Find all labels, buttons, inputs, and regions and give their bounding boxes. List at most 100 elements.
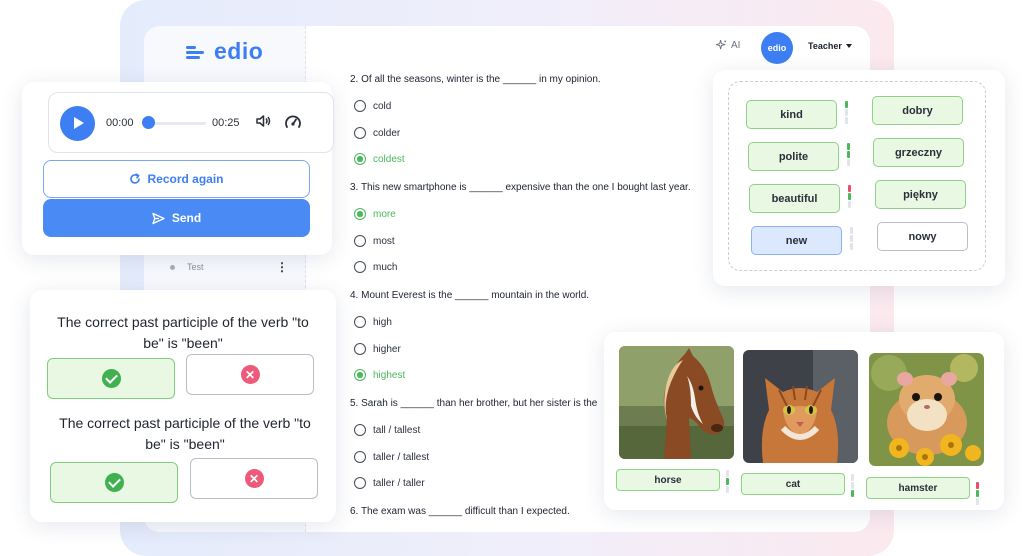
- send-icon: [152, 212, 165, 224]
- radio-button[interactable]: [354, 127, 366, 139]
- statement-1: The correct past participle of the verb …: [57, 314, 309, 351]
- true-button-2[interactable]: [50, 462, 178, 503]
- audio-recorder-card: 00:00 00:25 Record again Send: [22, 82, 334, 255]
- option-taller-taller[interactable]: taller / taller: [354, 477, 425, 489]
- option-cold[interactable]: cold: [354, 100, 391, 112]
- sidebar-item-test[interactable]: Test ⋮: [170, 260, 288, 274]
- check-icon: [104, 473, 124, 492]
- ai-button[interactable]: AI: [716, 40, 740, 51]
- option-label: more: [373, 208, 396, 220]
- match-indicator: [726, 470, 729, 493]
- match-right-grzeczny[interactable]: grzeczny: [873, 138, 964, 167]
- false-button-1[interactable]: ✕: [186, 354, 314, 395]
- duration: 00:25: [212, 117, 240, 129]
- word-matching-card: kind dobry polite grzeczny beautiful pię…: [713, 70, 1005, 286]
- match-left-new[interactable]: new: [751, 226, 842, 255]
- refresh-icon: [130, 173, 141, 184]
- radio-button[interactable]: [354, 316, 366, 328]
- match-right-nowy[interactable]: nowy: [877, 222, 968, 251]
- statement-2: The correct past participle of the verb …: [59, 415, 311, 452]
- radio-button[interactable]: [354, 424, 366, 436]
- progress-handle[interactable]: [142, 116, 155, 129]
- option-more[interactable]: more: [349, 204, 409, 224]
- current-time: 00:00: [106, 117, 134, 129]
- option-label: much: [373, 261, 398, 273]
- question-4: 4. Mount Everest is the ______ mountain …: [350, 290, 590, 301]
- match-left-kind[interactable]: kind: [746, 100, 837, 129]
- cat-photo: [743, 350, 858, 463]
- chevron-down-icon: [845, 44, 852, 48]
- false-button-2[interactable]: ✕: [190, 458, 318, 499]
- label-horse[interactable]: horse: [616, 469, 720, 491]
- image-matching-card: horse cat hamster: [604, 332, 1004, 510]
- horse-photo: [619, 346, 734, 459]
- option-highest[interactable]: highest: [349, 365, 409, 385]
- record-again-button[interactable]: Record again: [43, 160, 310, 198]
- question-2: 2. Of all the seasons, winter is the ___…: [350, 74, 601, 85]
- question-6: 6. The exam was ______ difficult than I …: [350, 506, 570, 517]
- option-taller-tallest[interactable]: taller / tallest: [354, 451, 429, 463]
- true-button-1[interactable]: [47, 358, 175, 399]
- match-indicator: [976, 482, 979, 505]
- stage: edio Test ⋮ AI edio Teacher 2. Of all th…: [0, 0, 1024, 556]
- radio-button[interactable]: [354, 261, 366, 273]
- check-icon: [101, 369, 121, 388]
- option-label: colder: [373, 127, 401, 139]
- radio-button[interactable]: [354, 477, 366, 489]
- match-indicator: [848, 185, 851, 208]
- audio-player: 00:00 00:25: [48, 92, 334, 153]
- role-label: Teacher: [808, 41, 842, 51]
- question-5: 5. Sarah is ______ than her brother, but…: [350, 398, 598, 409]
- play-icon[interactable]: [60, 106, 95, 141]
- option-higher[interactable]: higher: [354, 343, 401, 355]
- avatar[interactable]: edio: [761, 32, 793, 64]
- option-tall-tallest[interactable]: tall / tallest: [354, 424, 420, 436]
- record-again-label: Record again: [147, 172, 224, 186]
- more-options-icon[interactable]: ⋮: [276, 260, 288, 274]
- radio-button-selected[interactable]: [354, 369, 366, 381]
- option-coldest[interactable]: coldest: [349, 149, 409, 169]
- volume-icon[interactable]: [255, 113, 271, 129]
- send-label: Send: [171, 211, 202, 225]
- option-label: coldest: [373, 153, 405, 165]
- label-cat[interactable]: cat: [741, 473, 845, 495]
- option-colder[interactable]: colder: [354, 127, 400, 139]
- option-label: taller / taller: [373, 477, 425, 489]
- option-label: taller / tallest: [373, 451, 430, 463]
- radio-button[interactable]: [354, 451, 366, 463]
- option-label: tall / tallest: [373, 424, 421, 436]
- radio-button-selected[interactable]: [354, 208, 366, 220]
- close-icon: ✕: [240, 365, 260, 384]
- option-label: higher: [373, 343, 401, 355]
- bullet-icon: [170, 264, 175, 270]
- option-high[interactable]: high: [354, 316, 392, 328]
- role-dropdown[interactable]: Teacher: [808, 41, 852, 51]
- close-icon: ✕: [244, 469, 264, 488]
- sparkle-icon: [716, 40, 727, 50]
- radio-button[interactable]: [354, 100, 366, 112]
- ai-label: AI: [731, 40, 741, 51]
- logo[interactable]: edio: [186, 38, 263, 65]
- option-label: high: [373, 316, 392, 328]
- label-hamster[interactable]: hamster: [866, 477, 970, 499]
- match-right-piekny[interactable]: piękny: [875, 180, 966, 209]
- option-label: cold: [373, 100, 392, 112]
- match-left-polite[interactable]: polite: [748, 142, 839, 171]
- hamster-photo: [869, 353, 984, 466]
- option-much[interactable]: much: [354, 261, 397, 273]
- match-indicator: [847, 143, 850, 166]
- match-indicator: [851, 474, 854, 497]
- radio-button[interactable]: [354, 343, 366, 355]
- question-3: 3. This new smartphone is ______ expensi…: [350, 182, 691, 193]
- true-false-card: The correct past participle of the verb …: [30, 290, 336, 522]
- send-button[interactable]: Send: [43, 199, 310, 237]
- logo-icon: [186, 45, 208, 59]
- option-label: highest: [373, 369, 406, 381]
- match-right-dobry[interactable]: dobry: [872, 96, 963, 125]
- radio-button-selected[interactable]: [354, 153, 366, 165]
- option-most[interactable]: most: [354, 235, 395, 247]
- speed-gauge-icon[interactable]: [284, 113, 302, 131]
- match-left-beautiful[interactable]: beautiful: [749, 184, 840, 213]
- radio-button[interactable]: [354, 235, 366, 247]
- match-indicator: [845, 101, 848, 124]
